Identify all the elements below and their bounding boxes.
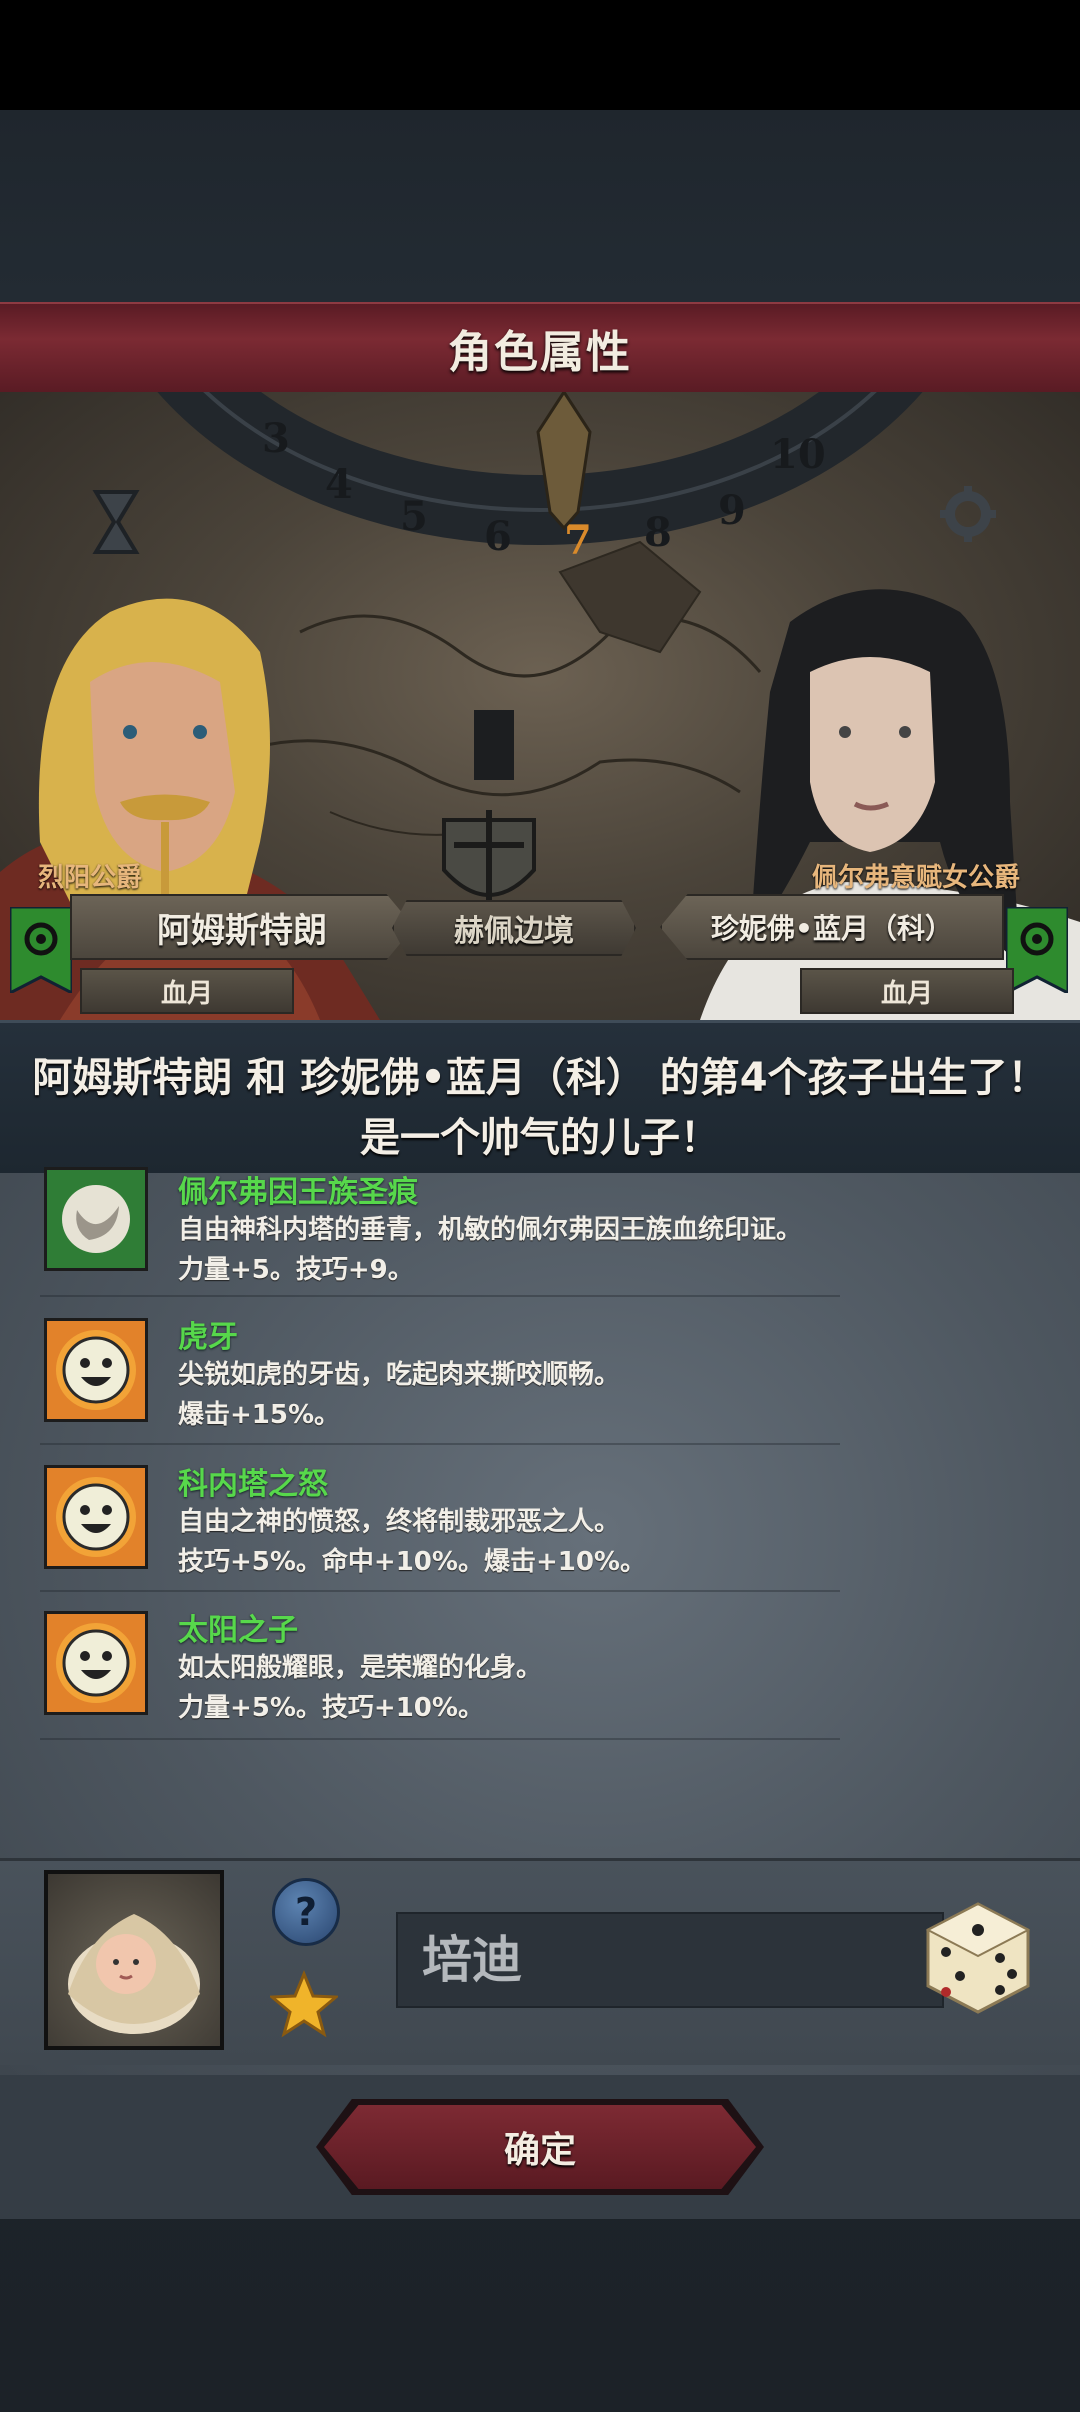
trait-desc: 自由之神的愤怒，终将制裁邪恶之人。 [178, 1507, 621, 1537]
father-name-banner: 阿姆斯特朗 [70, 894, 414, 960]
mother-name-banner: 珍妮佛•蓝月（科） [660, 894, 1004, 960]
mother-title: 佩尔弗意赋女公爵 [812, 863, 1021, 893]
trait-effect: 爆击+15%。 [178, 1400, 341, 1430]
trait-item[interactable]: 科内塔之怒 自由之神的愤怒，终将制裁邪恶之人。 技巧+5%。命中+10%。爆击+… [44, 1465, 1044, 1585]
trait-item[interactable]: 太阳之子 如太阳般耀眼，是荣耀的化身。 力量+5%。技巧+10%。 [44, 1611, 1044, 1731]
father-house: 血月 [80, 968, 294, 1014]
father-name: 阿姆斯特朗 [157, 910, 327, 951]
trait-name: 佩尔弗因王族圣痕 [178, 1175, 418, 1210]
house-banner-icon [10, 907, 72, 993]
sun-face-icon [44, 1318, 148, 1422]
dial-number: 4 [325, 461, 353, 508]
gear-icon[interactable] [938, 484, 998, 544]
dial-number: 9 [718, 487, 746, 534]
trait-item[interactable]: 佩尔弗因王族圣痕 自由神科内塔的垂青，机敏的佩尔弗因王族血统印证。 力量+5。技… [44, 1167, 1044, 1293]
help-icon: ? [294, 1890, 318, 1934]
sun-face-icon [44, 1465, 148, 1569]
trait-name: 虎牙 [178, 1320, 238, 1355]
mother-house: 血月 [800, 968, 1014, 1014]
trait-effect: 技巧+5%。命中+10%。爆击+10%。 [178, 1547, 646, 1577]
baby-avatar [44, 1870, 224, 2050]
location-name: 赫佩边境 [454, 914, 574, 949]
trait-item[interactable]: 虎牙 尖锐如虎的牙齿，吃起肉来撕咬顺畅。 爆击+15%。 [44, 1318, 1044, 1438]
confirm-button[interactable]: 确定 [324, 2105, 756, 2189]
trait-name: 太阳之子 [178, 1613, 298, 1648]
father-title: 烈阳公爵 [38, 863, 143, 893]
crest-emblem [442, 710, 536, 910]
marriage-scene: 3 4 5 6 7 8 9 10 烈阳公爵 佩尔弗意赋女公爵 阿姆斯特朗 赫佩边… [0, 392, 1080, 1020]
dial-number: 10 [770, 431, 826, 478]
dice-icon[interactable] [916, 1896, 1040, 2020]
page-title: 角色属性 [448, 327, 632, 378]
royal-stigmata-icon [44, 1167, 148, 1271]
divider [40, 1443, 840, 1445]
announcement-line2: 是一个帅气的儿子！ [360, 1115, 720, 1161]
sun-face-icon [44, 1611, 148, 1715]
dial-number: 6 [484, 513, 512, 560]
dial-number: 5 [400, 493, 428, 540]
help-button[interactable]: ? [272, 1878, 340, 1946]
trait-effect: 力量+5%。技巧+10%。 [178, 1693, 484, 1723]
announcement-line1: 阿姆斯特朗 和 珍妮佛•蓝月（科） 的第4个孩子出生了！ [32, 1055, 1048, 1101]
divider [40, 1738, 840, 1740]
star-icon[interactable] [270, 1970, 338, 2038]
trait-name: 科内塔之怒 [178, 1467, 328, 1502]
title-bar: 角色属性 [0, 302, 1080, 394]
trait-desc: 如太阳般耀眼，是荣耀的化身。 [178, 1653, 543, 1683]
divider [40, 1590, 840, 1592]
trait-desc: 尖锐如虎的牙齿，吃起肉来撕咬顺畅。 [178, 1360, 621, 1390]
trait-effect: 力量+5。技巧+9。 [178, 1255, 414, 1285]
confirm-label: 确定 [503, 2130, 576, 2171]
divider [40, 1295, 840, 1297]
child-name-input[interactable]: 培迪 [396, 1912, 944, 2008]
birth-announcement: 阿姆斯特朗 和 珍妮佛•蓝月（科） 的第4个孩子出生了！ 是一个帅气的儿子！ [0, 1020, 1080, 1176]
status-bar-area [0, 0, 1080, 110]
mother-name: 珍妮佛•蓝月（科） [711, 912, 953, 945]
location-banner: 赫佩边境 [392, 900, 636, 956]
house-banner-icon [1006, 907, 1068, 993]
trait-desc: 自由神科内塔的垂青，机敏的佩尔弗因王族血统印证。 [178, 1215, 803, 1245]
dial-number: 3 [262, 415, 290, 462]
